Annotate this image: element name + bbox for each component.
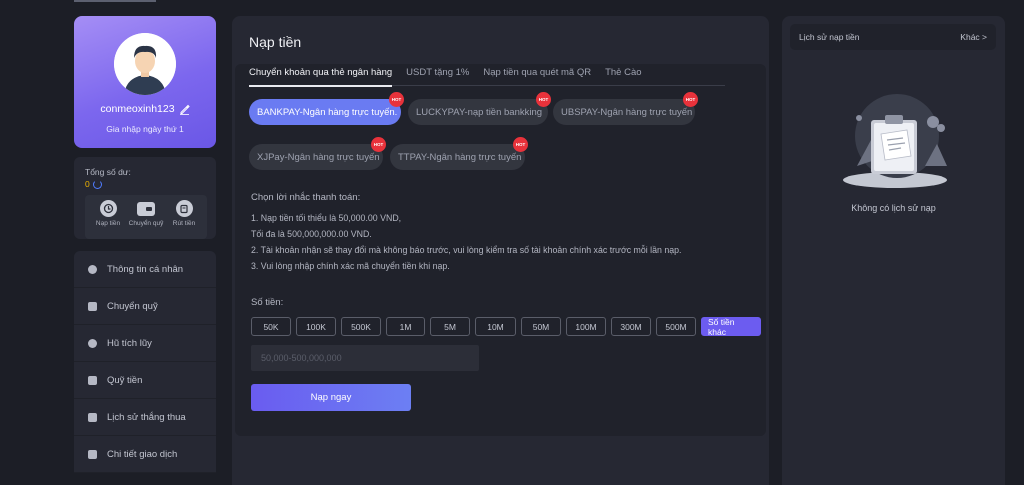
avatar[interactable] [114, 33, 176, 95]
amount-chip-100m[interactable]: 100M [566, 317, 606, 336]
quick-actions: Nạp tiền Chuyển quỹ Rút tiền [85, 195, 207, 239]
amount-chip-500m[interactable]: 500M [656, 317, 696, 336]
hot-icon: HOT [683, 92, 698, 107]
amount-chip-10m[interactable]: 10M [475, 317, 516, 336]
history-header: Lịch sử nạp tiền Khác > [790, 24, 996, 50]
amount-label: Số tiền: [251, 297, 284, 308]
menu-item-savings[interactable]: Hũ tích lũy [74, 325, 216, 362]
menu-item-win-loss-history[interactable]: Lịch sử thắng thua [74, 399, 216, 436]
balance-value: 0 [85, 179, 207, 189]
menu-item-fund[interactable]: Quỹ tiền [74, 362, 216, 399]
quick-action-transfer[interactable]: Chuyển quỹ [127, 200, 165, 239]
page-title: Nạp tiền [249, 34, 302, 50]
history-more-link[interactable]: Khác > [960, 32, 987, 42]
menu-item-transfer[interactable]: Chuyển quỹ [74, 288, 216, 325]
hot-icon: HOT [513, 137, 528, 152]
gateway-ttpay[interactable]: TTPAY-Ngân hàng trực tuyến HOT [390, 137, 528, 170]
quick-action-deposit[interactable]: Nạp tiền [89, 200, 127, 239]
tab-bank-transfer[interactable]: Chuyển khoản qua thẻ ngân hàng [249, 64, 393, 87]
reminder-line: 3. Vui lòng nhập chính xác mã chuyển tiề… [251, 261, 450, 271]
deposit-history-panel: Lịch sử nạp tiền Khác > Không có lịch sử… [782, 16, 1005, 485]
balance-label: Tổng số dư: [85, 167, 131, 177]
history-icon [88, 412, 97, 422]
withdraw-icon [175, 200, 193, 217]
tab-qr[interactable]: Nạp tiền qua quét mã QR [483, 64, 591, 86]
wallet-icon [137, 202, 155, 216]
hot-icon: HOT [389, 92, 404, 107]
edit-icon[interactable] [179, 104, 190, 115]
reminder-line: 2. Tài khoản nhận sẽ thay đổi mà không b… [251, 245, 682, 255]
menu-item-profile[interactable]: Thông tin cá nhân [74, 251, 216, 288]
deposit-submit-button[interactable]: Nạp ngay [251, 384, 411, 411]
deposit-tabs: Chuyển khoản qua thẻ ngân hàng USDT tặng… [249, 64, 725, 87]
amount-chip-300m[interactable]: 300M [611, 317, 651, 336]
amount-input[interactable] [251, 345, 479, 371]
menu-item-transactions[interactable]: Chi tiết giao dịch [74, 436, 216, 473]
reminder-title: Chọn lời nhắc thanh toán: [251, 192, 361, 203]
deposit-form: Chuyển khoản qua thẻ ngân hàng USDT tặng… [235, 64, 766, 436]
reminder-line: Tối đa là 500,000,000.00 VND. [251, 229, 372, 239]
account-menu: Thông tin cá nhân Chuyển quỹ Hũ tích lũy… [74, 251, 216, 473]
tab-usdt[interactable]: USDT tặng 1% [406, 64, 469, 86]
amount-chip-500k[interactable]: 500K [341, 317, 381, 336]
savings-icon [88, 338, 97, 348]
amount-chip-50k[interactable]: 50K [251, 317, 291, 336]
amount-chip-50m[interactable]: 50M [521, 317, 561, 336]
transaction-icon [88, 449, 97, 459]
top-divider [74, 0, 156, 2]
profile-card: conmeoxinh123 Gia nhập ngày thứ 1 [74, 16, 216, 148]
history-title: Lịch sử nạp tiền [799, 32, 860, 42]
user-icon [88, 264, 97, 274]
gateway-bankpay[interactable]: BANKPAY-Ngân hàng trực tuyến. HOT [249, 92, 404, 125]
amount-options: 50K 100K 500K 1M 5M 10M 50M 100M 300M 50… [251, 317, 761, 337]
balance-card: Tổng số dư: 0 Nạp tiền Chuyển quỹ Rút ti… [74, 157, 216, 239]
quick-action-withdraw[interactable]: Rút tiền [165, 200, 203, 239]
deposit-panel: Nạp tiền Chuyển khoản qua thẻ ngân hàng … [232, 16, 769, 485]
gateway-luckypay[interactable]: LUCKYPAY-nạp tiền bankking HOT [408, 92, 551, 125]
reminder-line: 1. Nạp tiền tối thiểu là 50,000.00 VND, [251, 213, 402, 223]
empty-clipboard-icon [837, 88, 952, 193]
sidebar: conmeoxinh123 Gia nhập ngày thứ 1 Tổng s… [74, 16, 216, 473]
username: conmeoxinh123 [100, 103, 190, 115]
amount-chip-1m[interactable]: 1M [386, 317, 425, 336]
hot-icon: HOT [371, 137, 386, 152]
gateway-ubspay[interactable]: UBSPAY-Ngân hàng trực tuyến HOT [553, 92, 698, 125]
fund-icon [88, 375, 97, 385]
hot-icon: HOT [536, 92, 551, 107]
amount-chip-other[interactable]: Số tiền khác [701, 317, 761, 337]
amount-chip-100k[interactable]: 100K [296, 317, 336, 336]
deposit-icon [99, 200, 117, 217]
joined-days: Gia nhập ngày thứ 1 [106, 124, 184, 134]
amount-chip-5m[interactable]: 5M [430, 317, 470, 336]
wallet-icon [88, 301, 97, 311]
empty-history-text: Không có lịch sử nạp [851, 203, 936, 213]
gateway-xjpay[interactable]: XJPay-Ngân hàng trực tuyến HOT [249, 137, 386, 170]
tab-scratch-card[interactable]: Thẻ Cào [605, 64, 641, 86]
refresh-icon[interactable] [92, 179, 102, 189]
